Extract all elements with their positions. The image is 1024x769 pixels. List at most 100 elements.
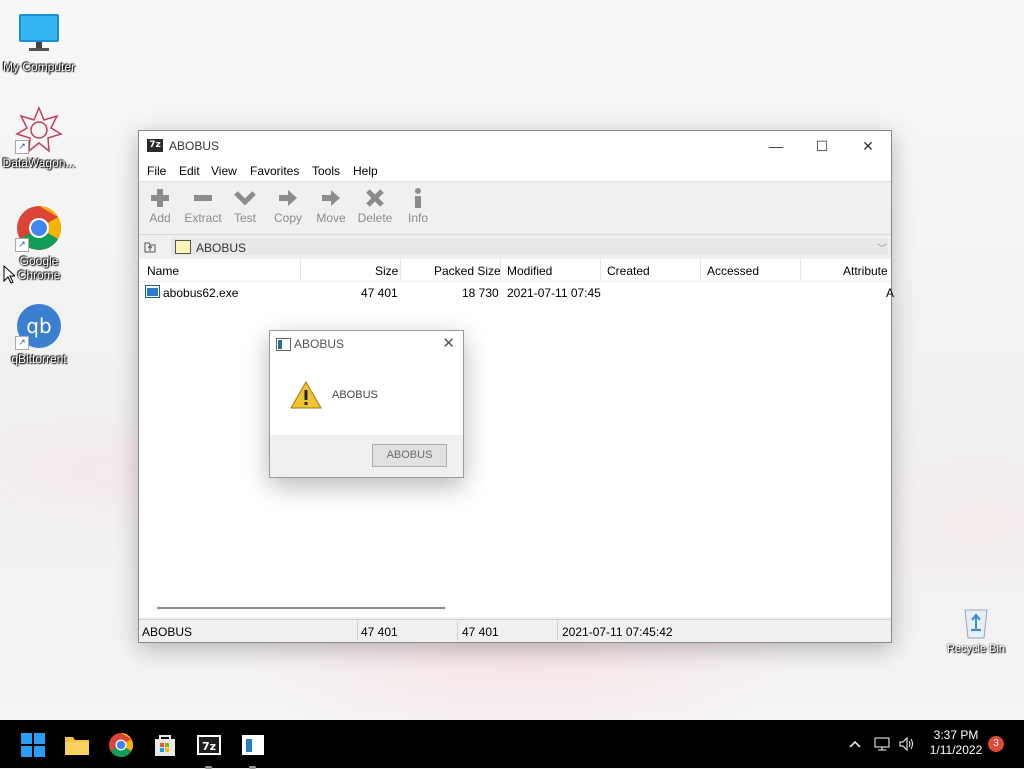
datawagon-icon: ↗ [15, 106, 63, 154]
archive-icon [175, 240, 191, 254]
status-modified: 2021-07-11 07:45:42 [562, 625, 673, 639]
status-packed: 47 401 [462, 625, 499, 639]
desktop-icon-my-computer[interactable]: My Computer [0, 10, 78, 74]
archive-window[interactable]: 7z ABOBUS — ☐ ✕ File Edit View Favorites… [138, 130, 895, 643]
file-list[interactable]: Name Size Packed Size Modified Created A… [139, 259, 895, 617]
taskbar-abobus-app[interactable] [240, 732, 266, 769]
menu-help[interactable]: Help [353, 164, 378, 178]
desktop-icon-qbittorrent[interactable]: qb ↗ qBittorrent [0, 302, 78, 366]
delete-button[interactable]: Delete [355, 187, 395, 225]
7zip-app-icon: 7z [147, 139, 163, 152]
close-button[interactable]: ✕ [845, 131, 891, 161]
plus-icon [151, 189, 169, 207]
dialog-titlebar[interactable]: ABOBUS ✕ [270, 331, 463, 355]
mouse-cursor-icon [3, 265, 15, 284]
test-label: Test [233, 211, 256, 225]
taskbar-file-explorer[interactable] [64, 732, 90, 758]
address-field[interactable] [171, 238, 888, 255]
extract-label: Extract [184, 211, 222, 225]
dialog-ok-button[interactable]: ABOBUS [372, 444, 447, 467]
move-label: Move [316, 211, 346, 225]
shortcut-arrow-icon: ↗ [15, 238, 29, 252]
desktop-icon-label: qBittorrent [11, 352, 67, 366]
menu-bar: File Edit View Favorites Tools Help [139, 161, 891, 182]
message-dialog[interactable]: ABOBUS ✕ ABOBUS ABOBUS [269, 330, 464, 478]
minus-icon [194, 195, 212, 201]
arrow-right-icon [279, 190, 297, 206]
menu-view[interactable]: View [211, 164, 237, 178]
x-delete-icon [366, 189, 384, 207]
test-button[interactable]: Test [225, 187, 265, 225]
taskbar-store[interactable] [152, 732, 178, 758]
desktop-icon-datawagon[interactable]: ↗ DataWagon... [0, 106, 78, 170]
menu-file[interactable]: File [147, 164, 166, 178]
dialog-title: ABOBUS [294, 337, 345, 351]
address-path: ABOBUS [196, 241, 247, 255]
svg-text:7z: 7z [202, 740, 216, 753]
info-label: Info [407, 211, 428, 225]
taskbar-chrome[interactable] [108, 732, 134, 758]
horizontal-scrollbar[interactable] [157, 607, 445, 609]
delete-label: Delete [357, 211, 393, 225]
taskbar-7zip[interactable]: 7z [196, 732, 222, 769]
add-label: Add [149, 211, 171, 225]
column-attribute[interactable]: Attribute [843, 264, 888, 278]
toolbar: Add Extract Test Copy Move Delete Info [139, 182, 891, 235]
folder-up-icon[interactable] [143, 239, 157, 253]
file-modified: 2021-07-11 07:45 [507, 286, 601, 300]
start-button[interactable] [20, 732, 46, 758]
recycle-bin-label: Recycle Bin [946, 643, 1006, 655]
column-packed-size[interactable]: Packed Size [434, 264, 501, 278]
column-size[interactable]: Size [375, 264, 398, 278]
file-attribute: A [886, 286, 895, 300]
extract-button[interactable]: Extract [183, 187, 223, 225]
copy-label: Copy [273, 211, 302, 225]
clock-date: 1/11/2022 [929, 743, 983, 757]
dialog-message: ABOBUS [332, 389, 378, 401]
notification-badge[interactable]: 3 [988, 736, 1004, 752]
svg-text:qb: qb [26, 314, 51, 338]
column-name[interactable]: Name [147, 264, 179, 278]
column-modified[interactable]: Modified [507, 264, 552, 278]
status-bar: ABOBUS 47 401 47 401 2021-07-11 07:45:42 [139, 619, 891, 642]
speaker-icon[interactable] [898, 735, 916, 753]
info-button[interactable]: Info [398, 187, 438, 225]
list-header: Name Size Packed Size Modified Created A… [139, 259, 891, 282]
dialog-app-icon [276, 338, 291, 351]
add-button[interactable]: Add [140, 187, 180, 225]
chrome-icon: ↗ [15, 204, 63, 252]
network-icon[interactable] [873, 735, 891, 753]
address-bar: ABOBUS ﹀ [139, 235, 891, 260]
maximize-button[interactable]: ☐ [799, 131, 845, 161]
column-accessed[interactable]: Accessed [707, 264, 759, 278]
shortcut-arrow-icon: ↗ [15, 140, 29, 154]
file-size: 47 401 [361, 286, 398, 300]
move-button[interactable]: Move [311, 187, 351, 225]
copy-button[interactable]: Copy [268, 187, 308, 225]
chevron-up-icon[interactable] [848, 737, 862, 751]
menu-tools[interactable]: Tools [312, 164, 340, 178]
dialog-body: ABOBUS [270, 355, 463, 435]
store-bag-icon [155, 735, 175, 756]
folder-icon [65, 737, 89, 755]
exe-file-icon [145, 285, 160, 298]
desktop-icon-recycle-bin[interactable]: Recycle Bin [940, 604, 1012, 655]
desktop-icon-label: DataWagon... [2, 156, 76, 170]
clock-time: 3:37 PM [933, 728, 979, 742]
table-row[interactable]: abobus62.exe 47 401 18 730 2021-07-11 07… [139, 283, 895, 301]
window-titlebar[interactable]: 7z ABOBUS — ☐ ✕ [139, 131, 891, 161]
column-created[interactable]: Created [607, 264, 650, 278]
file-name: abobus62.exe [163, 286, 239, 300]
taskbar-clock[interactable]: 3:37 PM 1/11/2022 [918, 728, 994, 758]
menu-favorites[interactable]: Favorites [250, 164, 299, 178]
recycle-bin-icon [964, 609, 988, 639]
dialog-close-icon[interactable]: ✕ [442, 334, 455, 352]
minimize-button[interactable]: — [753, 131, 799, 161]
warning-icon [290, 381, 322, 409]
chrome-icon [109, 733, 134, 758]
chevron-down-icon[interactable]: ﹀ [877, 240, 887, 255]
7zip-icon: 7z [197, 735, 221, 755]
status-size: 47 401 [361, 625, 398, 639]
checkmark-icon [234, 191, 256, 206]
menu-edit[interactable]: Edit [179, 164, 200, 178]
